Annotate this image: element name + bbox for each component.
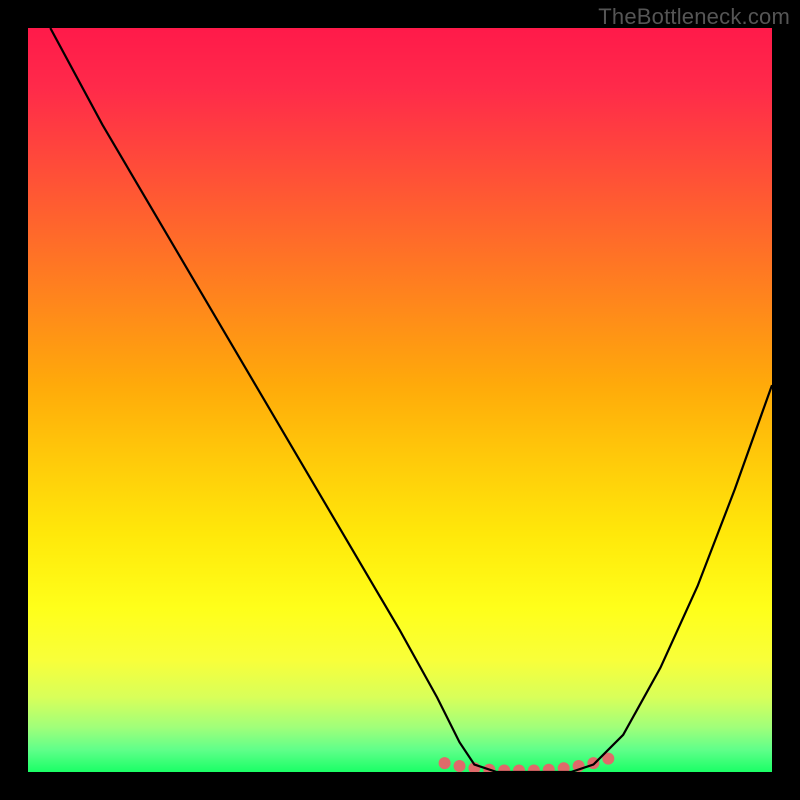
watermark-text: TheBottleneck.com bbox=[598, 4, 790, 30]
plot-area bbox=[28, 28, 772, 772]
optimal-range-markers bbox=[439, 753, 615, 772]
marker-dot bbox=[528, 765, 540, 773]
marker-dot bbox=[558, 762, 570, 772]
bottleneck-curve bbox=[50, 28, 772, 772]
marker-dot bbox=[454, 760, 466, 772]
marker-dot bbox=[439, 757, 451, 769]
chart-container: TheBottleneck.com bbox=[0, 0, 800, 800]
chart-svg bbox=[28, 28, 772, 772]
marker-dot bbox=[498, 765, 510, 773]
marker-dot bbox=[513, 765, 525, 773]
marker-dot bbox=[543, 764, 555, 772]
